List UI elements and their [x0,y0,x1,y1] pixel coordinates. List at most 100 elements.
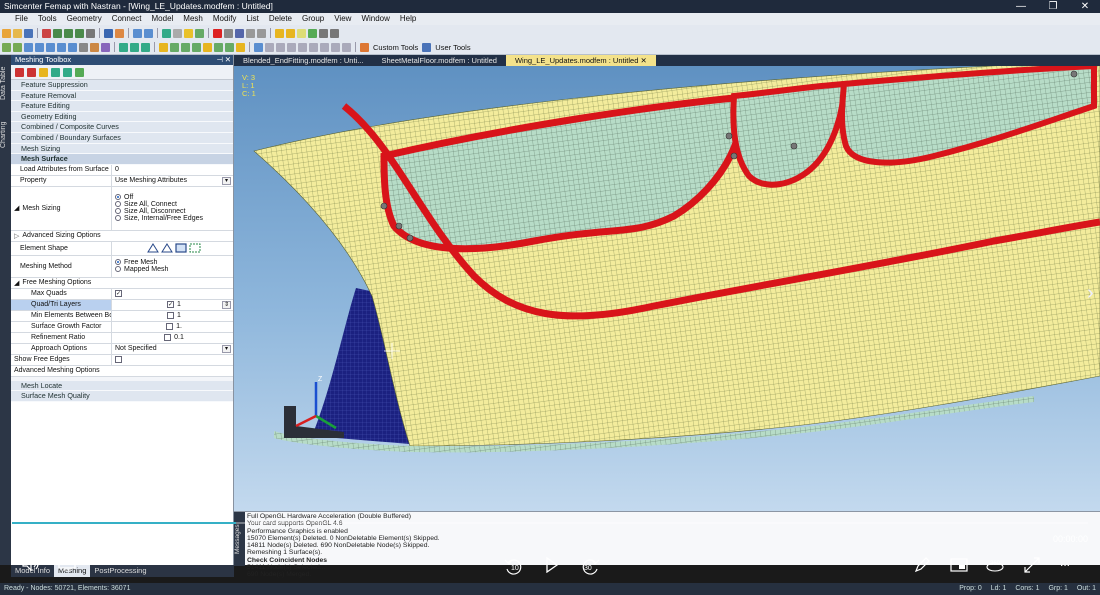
tool-icon[interactable] [46,42,55,52]
new-icon[interactable] [2,28,11,38]
toolbox-icon[interactable] [15,67,24,77]
tool-icon[interactable] [53,28,62,38]
checkbox-icon[interactable]: ✓ [167,301,175,309]
tool-icon[interactable] [331,42,340,52]
free-meshing-toggle[interactable]: ◢ Free Meshing Options [11,277,233,288]
tool-icon[interactable] [42,28,51,38]
quad-dashed-shape-icon[interactable] [189,243,201,253]
tool-icon[interactable] [257,28,266,38]
play-icon[interactable] [545,557,559,573]
status-output[interactable]: Out: 1 [1077,583,1096,595]
tool-icon[interactable] [144,28,153,38]
growth-factor-input[interactable]: 1. [112,321,233,332]
max-quads-checkbox[interactable]: ✓ [112,288,233,299]
radio-free-mesh[interactable]: Free Mesh [115,259,233,266]
tool-icon[interactable] [141,42,150,52]
picture-in-picture-icon[interactable] [950,558,968,572]
radio-off[interactable]: Off [115,194,233,201]
more-options-button[interactable]: ... [1060,555,1070,569]
graphics-viewport[interactable]: Z V: 3 L: 1 C: 1 [234,66,1100,511]
row-advanced-meshing[interactable]: Advanced Meshing Options [11,365,233,377]
tool-icon[interactable] [79,42,88,52]
toolbox-icon[interactable] [51,67,60,77]
tool-icon[interactable] [287,42,296,52]
tool-icon[interactable] [297,28,306,38]
triangle-split-shape-icon[interactable] [161,243,173,253]
tab-data-table[interactable]: Data Table [0,59,11,107]
tool-icon[interactable] [64,28,73,38]
fullscreen-icon[interactable] [1024,557,1040,573]
tool-icon[interactable] [75,28,84,38]
row-free-meshing-options[interactable]: ◢ Free Meshing Options [11,277,233,289]
rewind-button[interactable]: 10 [503,557,525,575]
tab-sheetmetalfloor[interactable]: SheetMetalFloor.modfem : Untitled [372,55,505,66]
menu-connect[interactable]: Connect [107,13,147,25]
tool-icon[interactable] [57,42,66,52]
save-icon[interactable] [24,28,33,38]
chevron-down-icon[interactable]: ▾ [222,344,231,353]
tool-icon[interactable] [195,28,204,38]
tool-icon[interactable] [90,42,99,52]
view-360-icon[interactable]: 360 [986,557,1004,573]
tool-icon[interactable] [203,42,212,52]
minimize-icon[interactable]: — [1006,0,1036,13]
tool-icon[interactable] [130,42,139,52]
tool-icon[interactable] [101,42,110,52]
section-mesh-sizing[interactable]: Mesh Sizing [11,143,233,155]
tool-icon[interactable] [254,42,263,52]
radio-size-internal-free[interactable]: Size, Internal/Free Edges [115,215,233,222]
tool-icon[interactable] [162,28,171,38]
expand-icon[interactable]: ◢ [14,204,19,212]
pen-icon[interactable] [914,557,930,573]
tool-icon[interactable] [173,28,182,38]
pin-icon[interactable]: ⊣ [216,55,223,65]
menu-window[interactable]: Window [356,13,394,25]
status-prop[interactable]: Prop: 0 [959,583,982,595]
tab-wing-le-updates[interactable]: Wing_LE_Updates.modfem : Untitled ✕ [505,55,656,66]
checkbox-icon[interactable] [164,334,172,342]
section-surface-mesh-quality[interactable]: Surface Mesh Quality [11,391,233,402]
tool-icon[interactable] [213,28,222,38]
tool-icon[interactable] [276,42,285,52]
tool-icon[interactable] [320,42,329,52]
tool-icon[interactable] [330,28,339,38]
property-dropdown[interactable]: Use Meshing Attributes ▾ [112,175,233,186]
tool-icon[interactable] [13,42,22,52]
menu-model[interactable]: Model [147,13,179,25]
user-tools-button[interactable]: User Tools [433,43,472,52]
section-mesh-surface[interactable]: Mesh Surface [11,154,233,165]
tool-icon[interactable] [133,28,142,38]
tool-icon[interactable] [265,42,274,52]
section-composite-curves[interactable]: Combined / Composite Curves [11,122,233,133]
status-load[interactable]: Ld: 1 [991,583,1007,595]
tool-icon[interactable] [181,42,190,52]
tool-icon[interactable] [68,42,77,52]
section-mesh-locate[interactable]: Mesh Locate [11,380,233,392]
restore-icon[interactable]: ❐ [1038,0,1068,13]
tool-icon[interactable] [119,42,128,52]
tool-icon[interactable] [159,42,168,52]
menu-view[interactable]: View [329,13,356,25]
tool-icon[interactable] [286,28,295,38]
radio-size-all-connect[interactable]: Size All, Connect [115,201,233,208]
tool-icon[interactable] [192,42,201,52]
tool-icon[interactable] [225,42,234,52]
tool-icon[interactable] [298,42,307,52]
tool-icon[interactable] [309,42,318,52]
section-feature-suppression[interactable]: Feature Suppression [11,80,233,91]
status-group[interactable]: Grp: 1 [1048,583,1067,595]
close-tab-icon[interactable]: ✕ [640,56,646,65]
tab-postprocessing[interactable]: PostProcessing [90,565,150,577]
tool-icon[interactable] [35,42,44,52]
open-icon[interactable] [13,28,22,38]
row-advanced-sizing[interactable]: ▷ Advanced Sizing Options [11,230,233,242]
advanced-meshing-toggle[interactable]: Advanced Meshing Options [11,365,233,376]
tool-icon[interactable] [342,42,351,52]
spinner-icon[interactable]: ⇕ [222,300,231,309]
tool-icon[interactable] [214,42,223,52]
tool-icon[interactable] [235,28,244,38]
menu-list[interactable]: List [241,13,263,25]
tab-blended-endfitting[interactable]: Blended_EndFitting.modfem : Unti... [234,55,372,66]
menu-geometry[interactable]: Geometry [62,13,107,25]
radio-mapped-mesh[interactable]: Mapped Mesh [115,266,233,273]
